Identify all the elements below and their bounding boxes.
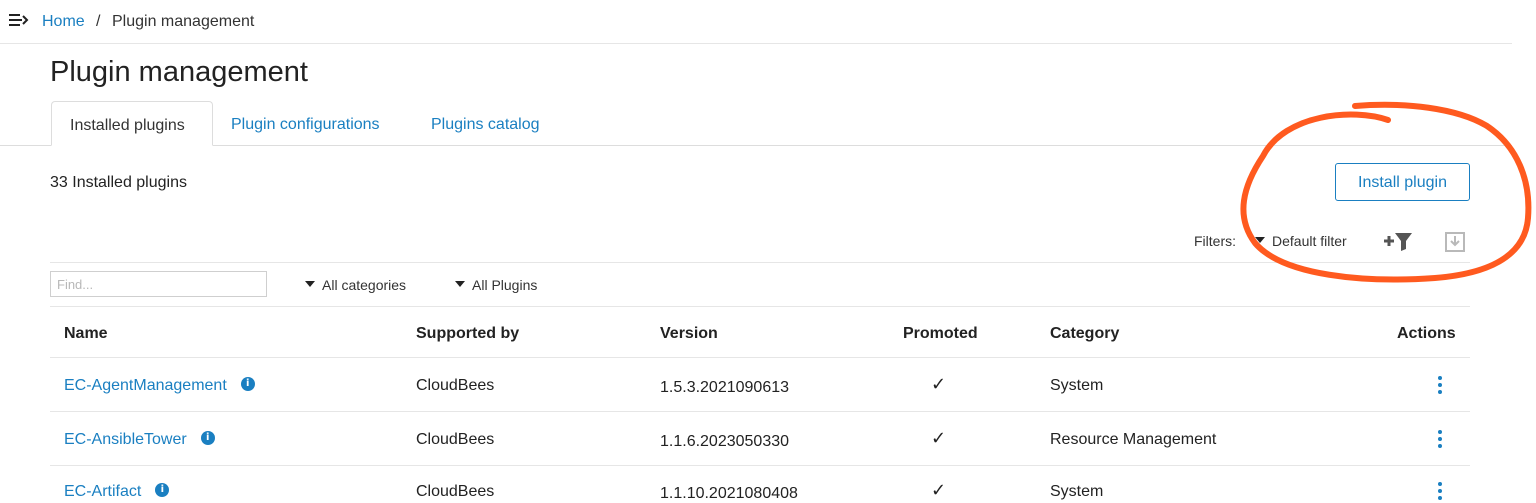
divider xyxy=(50,357,1470,358)
column-header-category[interactable]: Category xyxy=(1050,325,1119,343)
plugin-name-link[interactable]: EC-AnsibleTower xyxy=(64,431,187,448)
filter-dropdown-label: Default filter xyxy=(1272,233,1347,249)
table-row: EC-Artifact i xyxy=(64,482,170,501)
plugin-name-link[interactable]: EC-AgentManagement xyxy=(64,377,227,394)
category-cell: System xyxy=(1050,377,1104,394)
kebab-menu-icon[interactable] xyxy=(1438,376,1442,397)
filter-dropdown[interactable]: Default filter xyxy=(1255,233,1347,249)
promoted-check-icon: ✓ xyxy=(931,374,947,395)
caret-down-icon xyxy=(455,281,465,288)
version-link[interactable]: 1.5.3.2021090613 xyxy=(660,379,789,397)
breadcrumb-home-link[interactable]: Home xyxy=(42,13,85,31)
info-icon[interactable]: i xyxy=(200,430,215,445)
breadcrumb-current: Plugin management xyxy=(112,13,255,30)
column-header-promoted[interactable]: Promoted xyxy=(903,325,978,343)
categories-dropdown-label: All categories xyxy=(322,277,407,293)
caret-down-icon xyxy=(1255,237,1265,244)
plugins-dropdown[interactable]: All Plugins xyxy=(455,277,537,293)
search-input[interactable] xyxy=(50,271,267,297)
categories-dropdown[interactable]: All categories xyxy=(305,277,406,293)
kebab-menu-icon[interactable] xyxy=(1438,430,1442,451)
kebab-menu-icon[interactable] xyxy=(1438,482,1442,503)
tab-installed-plugins[interactable]: Installed plugins xyxy=(51,101,213,146)
breadcrumb-separator: / xyxy=(96,13,101,30)
supported-by-cell: CloudBees xyxy=(416,431,495,448)
version-link[interactable]: 1.1.10.2021080408 xyxy=(660,485,798,503)
promoted-check-icon: ✓ xyxy=(931,428,947,449)
installed-plugins-count: 33 Installed plugins xyxy=(50,174,187,191)
menu-toggle-icon[interactable] xyxy=(8,10,30,30)
add-filter-icon[interactable] xyxy=(1383,230,1413,252)
install-plugin-button[interactable]: Install plugin xyxy=(1335,163,1470,201)
divider xyxy=(50,411,1470,412)
category-cell: System xyxy=(1050,483,1104,500)
table-row: EC-AnsibleTower i xyxy=(64,430,215,449)
divider xyxy=(50,306,1470,307)
tab-plugins-catalog[interactable]: Plugins catalog xyxy=(413,101,558,146)
column-header-actions: Actions xyxy=(1397,325,1456,342)
column-header-version[interactable]: Version xyxy=(660,325,718,343)
info-icon[interactable]: i xyxy=(240,376,255,391)
plugins-dropdown-label: All Plugins xyxy=(472,277,538,293)
page-title: Plugin management xyxy=(50,56,308,88)
info-icon[interactable]: i xyxy=(155,482,170,497)
promoted-check-icon: ✓ xyxy=(931,480,947,501)
supported-by-cell: CloudBees xyxy=(416,377,495,394)
column-header-name[interactable]: Name xyxy=(64,325,108,343)
divider xyxy=(50,262,1470,263)
table-row: EC-AgentManagement i xyxy=(64,376,255,395)
version-link[interactable]: 1.1.6.2023050330 xyxy=(660,433,789,451)
column-header-supported-by[interactable]: Supported by xyxy=(416,325,519,343)
divider xyxy=(50,465,1470,466)
category-cell: Resource Management xyxy=(1050,431,1217,448)
supported-by-cell: CloudBees xyxy=(416,483,495,500)
filters-label: Filters: xyxy=(1194,233,1236,249)
tab-plugin-configurations[interactable]: Plugin configurations xyxy=(213,101,398,146)
save-filter-icon[interactable] xyxy=(1444,231,1466,253)
caret-down-icon xyxy=(305,281,315,288)
plugin-name-link[interactable]: EC-Artifact xyxy=(64,483,141,500)
